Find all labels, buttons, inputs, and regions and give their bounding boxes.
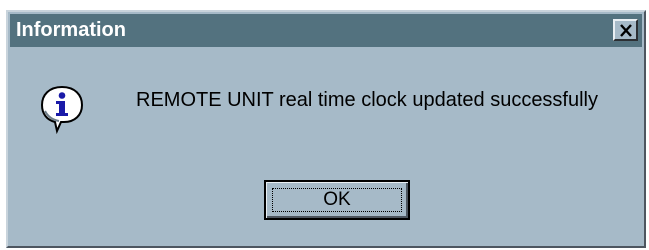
close-button[interactable] bbox=[613, 19, 638, 41]
ok-button[interactable]: OK bbox=[264, 180, 410, 220]
dialog-title: Information bbox=[16, 19, 126, 41]
close-icon bbox=[619, 23, 632, 37]
ok-button-label: OK bbox=[323, 189, 351, 210]
info-icon bbox=[40, 85, 84, 134]
dialog-message: REMOTE UNIT real time clock updated succ… bbox=[136, 89, 599, 111]
information-dialog: Information REMOTE UNIT real time clock … bbox=[6, 10, 646, 248]
title-bar[interactable]: Information bbox=[10, 14, 642, 47]
